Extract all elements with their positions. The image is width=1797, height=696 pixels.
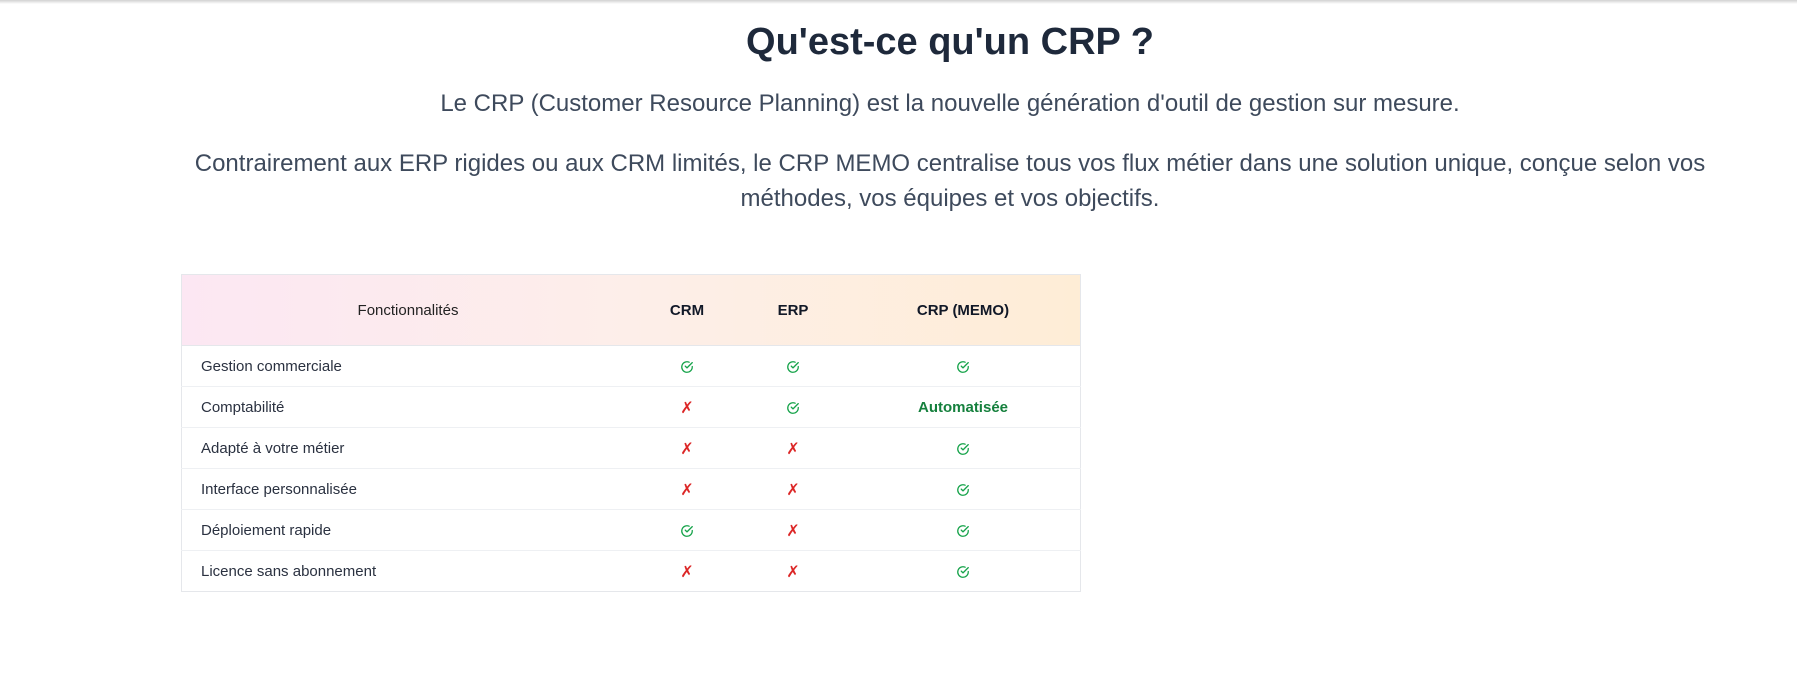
feature-name: Déploiement rapide [181,509,634,551]
table-body: Gestion commerciale Comptabilité ✗ Automati… [181,345,1081,592]
cell-crm: ✗ [634,427,740,469]
cross-icon: ✗ [786,561,800,581]
cell-crp [846,509,1081,551]
check-circle-icon [956,440,970,457]
feature-name: Adapté à votre métier [181,427,634,469]
section-title: Qu'est-ce qu'un CRP ? [746,21,1154,63]
cross-icon: ✗ [680,561,694,581]
check-circle-icon [956,358,970,375]
feature-name: Gestion commerciale [181,345,634,387]
cell-crm [634,509,740,551]
cell-erp: ✗ [740,468,846,510]
comparison-table: Fonctionnalités CRM ERP CRP (MEMO) Gesti… [181,274,1081,592]
cross-icon: ✗ [786,520,800,540]
table-row: Déploiement rapide ✗ [181,509,1081,551]
header-features: Fonctionnalités [181,274,634,346]
cell-erp: ✗ [740,427,846,469]
header-erp: ERP [740,274,846,346]
table-row: Adapté à votre métier ✗ ✗ [181,427,1081,469]
check-circle-icon [786,399,800,416]
section-description: Contrairement aux ERP rigides ou aux CRM… [194,150,1706,212]
check-circle-icon [956,563,970,580]
cell-crp: Automatisée [846,386,1081,428]
check-circle-icon [956,481,970,498]
table-row: Comptabilité ✗ Automatisée [181,386,1081,428]
cell-crm: ✗ [634,551,740,592]
cross-icon: ✗ [786,438,800,458]
cross-icon: ✗ [680,438,694,458]
check-circle-icon [680,358,694,375]
table-row: Licence sans abonnement ✗ ✗ [182,551,1081,592]
header-crm: CRM [634,274,740,346]
cross-icon: ✗ [680,479,694,499]
cell-crp [846,468,1081,510]
cell-crm [634,345,740,387]
section-intro: Le CRP (Customer Resource Planning) est … [440,90,1460,117]
header-shadow [0,0,1797,4]
cross-icon: ✗ [680,397,694,417]
cell-erp: ✗ [740,509,846,551]
cell-crm: ✗ [634,386,740,428]
cell-crp [846,345,1081,387]
cell-erp [740,345,846,387]
check-circle-icon [786,358,800,375]
header-crp: CRP (MEMO) [846,274,1081,346]
check-circle-icon [680,522,694,539]
table-header-row: Fonctionnalités CRM ERP CRP (MEMO) [181,274,1081,346]
cell-crp [846,427,1081,469]
cross-icon: ✗ [786,479,800,499]
table-row: Interface personnalisée ✗ ✗ [181,468,1081,510]
feature-name: Comptabilité [181,386,634,428]
automated-label: Automatisée [917,398,1009,416]
check-circle-icon [956,522,970,539]
feature-name: Interface personnalisée [181,468,634,510]
cell-erp: ✗ [740,551,846,592]
feature-name: Licence sans abonnement [201,562,377,580]
cell-crp [846,551,1081,592]
cell-erp [740,386,846,428]
table-row: Gestion commerciale [181,345,1081,387]
cell-crm: ✗ [634,468,740,510]
